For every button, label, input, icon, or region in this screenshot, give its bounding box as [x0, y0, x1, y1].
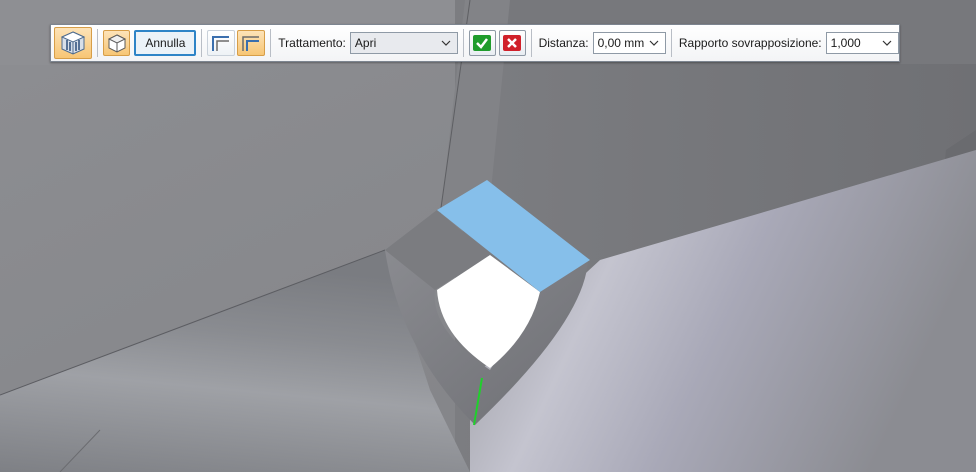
overlap-label: Rapporto sovrapposizione:	[678, 36, 822, 50]
corner-open-icon	[212, 36, 230, 51]
command-bar: Annulla Trattamento: Apri Distanza: 0,00…	[50, 24, 900, 62]
step-select-button[interactable]	[54, 27, 93, 59]
chevron-down-icon	[647, 36, 661, 50]
overlap-value: 1,000	[830, 36, 861, 50]
chevron-down-icon	[439, 36, 453, 50]
overlap-field[interactable]: 1,000	[825, 32, 899, 54]
distance-label: Distanza:	[538, 36, 589, 50]
treatment-open-button[interactable]	[207, 30, 236, 56]
treatment-select[interactable]: Apri	[349, 32, 458, 54]
separator	[462, 29, 464, 57]
separator	[201, 29, 203, 57]
treatment-type-group	[207, 30, 266, 56]
treatment-label: Trattamento:	[278, 36, 346, 50]
cancel-command-button[interactable]	[498, 30, 526, 56]
separator	[97, 29, 99, 57]
chevron-down-icon	[880, 36, 894, 50]
distance-value: 0,00 mm	[597, 36, 645, 50]
treatment-value: Apri	[354, 36, 377, 50]
distance-field[interactable]: 0,00 mm	[592, 32, 666, 54]
checkmark-icon	[473, 35, 492, 51]
corner-closed-icon	[242, 36, 260, 51]
model-viewport[interactable]	[0, 0, 976, 472]
view-cube-icon	[61, 31, 86, 55]
cancel-step-button[interactable]: Annulla	[134, 30, 197, 56]
x-icon	[503, 35, 522, 51]
step-face-button[interactable]	[103, 30, 131, 56]
separator	[270, 29, 272, 57]
accept-button[interactable]	[468, 30, 496, 56]
separator	[670, 29, 672, 57]
separator	[530, 29, 532, 57]
cube-face-icon	[107, 34, 126, 53]
treatment-closed-button[interactable]	[237, 30, 266, 56]
